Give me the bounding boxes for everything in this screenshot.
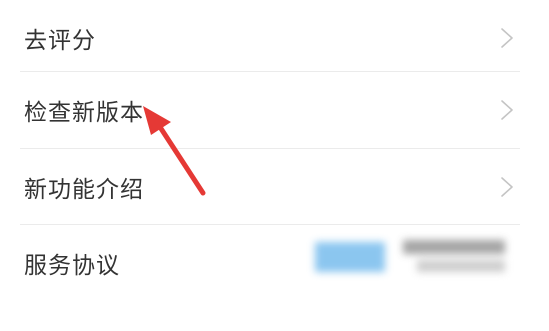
blurred-text — [403, 240, 505, 254]
blurred-text — [417, 260, 505, 272]
settings-row-new-features[interactable]: 新功能介绍 — [0, 149, 549, 225]
settings-row-label: 去评分 — [24, 28, 96, 54]
settings-row-rate[interactable]: 去评分 — [0, 0, 549, 76]
settings-row-label: 新功能介绍 — [24, 177, 144, 203]
settings-row-check-update[interactable]: 检查新版本 — [0, 72, 549, 148]
settings-row-label: 服务协议 — [24, 253, 120, 279]
chevron-right-icon — [501, 100, 513, 120]
chevron-right-icon — [501, 177, 513, 197]
settings-list: 去评分 检查新版本 新功能介绍 服务协议 — [0, 0, 549, 331]
blurred-logo — [315, 242, 385, 272]
blurred-redacted-content — [305, 228, 520, 284]
settings-row-label: 检查新版本 — [24, 100, 144, 126]
chevron-right-icon — [501, 28, 513, 48]
